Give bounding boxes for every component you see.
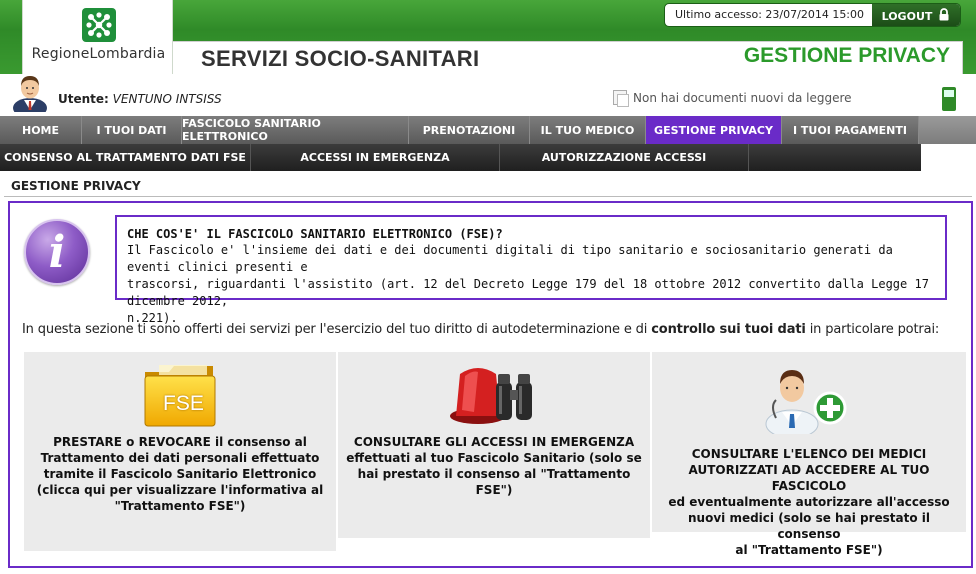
card-line: (clicca qui per visualizzare l'informati… (36, 483, 324, 497)
info-body: Il Fascicolo e' l'insieme dei dati e dei… (127, 242, 935, 327)
intro-pre: In questa sezione ti sono offerti dei se… (22, 322, 652, 337)
subnav-item-consenso[interactable]: CONSENSO AL TRATTAMENTO DATI FSE (0, 144, 251, 171)
card-consenso[interactable]: FSE PRESTARE o REVOCARE il consenso al T… (24, 352, 336, 551)
card-line: CONSULTARE L'ELENCO DEI MEDICI (691, 447, 927, 461)
divider (4, 196, 972, 197)
info-icon: i (24, 219, 90, 285)
nav-item-prenotazioni[interactable]: PRENOTAZIONI (409, 116, 530, 144)
card-line: PRESTARE o REVOCARE il consenso al (53, 435, 307, 449)
documents-notice[interactable]: Non hai documenti nuovi da leggere (613, 90, 852, 107)
user-row: Utente: VENTUNO INTSISS Non hai document… (0, 74, 976, 118)
sub-nav-bar: CONSENSO AL TRATTAMENTO DATI FSE ACCESSI… (0, 144, 921, 171)
info-line: Il Fascicolo e' l'insieme dei dati e dei… (127, 243, 893, 274)
card-line: effettuati al tuo Fascicolo Sanitario (s… (346, 451, 642, 465)
user-name: VENTUNO INTSISS (112, 92, 222, 106)
title-bar: SERVIZI SOCIO-SANITARI GESTIONE PRIVACY (173, 41, 963, 74)
last-access-box: Ultimo accesso: 23/07/2014 15:00 LOGOUT (664, 3, 961, 27)
nav-label: FASCICOLO SANITARIO ELETTRONICO (182, 117, 321, 143)
intro-post: in particolare potrai: (805, 322, 940, 337)
logout-label: LOGOUT (881, 9, 933, 23)
siren-binoculars-icon (448, 360, 538, 430)
sub-nav: CONSENSO AL TRATTAMENTO DATI FSE ACCESSI… (0, 144, 976, 171)
card-line: Trattamento dei dati personali effettuat… (40, 451, 320, 465)
intro-bold: controllo sui tuoi dati (651, 322, 806, 337)
documents-notice-text: Non hai documenti nuovi da leggere (633, 90, 852, 105)
last-access-text: Ultimo accesso: 23/07/2014 15:00 (675, 8, 865, 21)
subnav-label: AUTORIZZAZIONE ACCESSI (541, 151, 707, 164)
card-line: ed eventualmente autorizzare all'accesso (668, 495, 950, 509)
logout-button[interactable]: LOGOUT (872, 4, 960, 26)
card-accessi-text: CONSULTARE GLI ACCESSI IN EMERGENZA effe… (338, 434, 650, 498)
mobile-phone-icon[interactable] (942, 87, 956, 111)
card-autorizzazione[interactable]: CONSULTARE L'ELENCO DEI MEDICI AUTORIZZA… (652, 352, 966, 557)
card-line: CONSULTARE GLI ACCESSI IN EMERGENZA (353, 435, 635, 449)
card-line: AUTORIZZATI AD ACCEDERE AL TUO FASCICOLO (688, 463, 930, 493)
user-info: Utente: VENTUNO INTSISS (58, 92, 222, 106)
nav-item-gestione-privacy[interactable]: GESTIONE PRIVACY (646, 116, 782, 144)
nav-item-il-tuo-medico[interactable]: IL TUO MEDICO (530, 116, 646, 144)
nav-label: I TUOI PAGAMENTI (792, 123, 907, 137)
card-line: tramite il Fascicolo Sanitario Elettroni… (43, 467, 317, 481)
nav-label: IL TUO MEDICO (540, 123, 635, 137)
user-avatar-icon (10, 66, 50, 118)
service-title: SERVIZI SOCIO-SANITARI (201, 46, 480, 71)
user-label: Utente: (58, 92, 109, 106)
subnav-item-accessi-emergenza[interactable]: ACCESSI IN EMERGENZA (251, 144, 500, 171)
nav-label: PRENOTAZIONI (422, 123, 516, 137)
nav-item-home[interactable]: HOME (0, 116, 82, 144)
nav-item-i-tuoi-dati[interactable]: I TUOI DATI (82, 116, 182, 144)
service-cards: FSE PRESTARE o REVOCARE il consenso al T… (24, 352, 966, 557)
folder-icon-label: FSE (163, 392, 204, 415)
card-line: hai prestato il consenso al "Trattamento… (357, 467, 631, 497)
doctor-add-icon (762, 360, 852, 439)
subnav-item-autorizzazione[interactable]: AUTORIZZAZIONE ACCESSI (500, 144, 749, 171)
rosa-camuna-icon (82, 8, 116, 42)
card-line: nuovi medici (solo se hai prestato il co… (688, 511, 930, 541)
subnav-label: CONSENSO AL TRATTAMENTO DATI FSE (4, 151, 246, 164)
nav-label: I TUOI DATI (96, 123, 167, 137)
card-line: "Trattamento FSE") (114, 499, 246, 513)
info-title: CHE COS'E' IL FASCICOLO SANITARIO ELETTR… (127, 227, 503, 241)
nav-label: HOME (21, 123, 60, 137)
info-line: trascorsi, riguardanti l'assistito (art.… (127, 277, 929, 308)
document-icon (613, 90, 629, 107)
section-header-title: GESTIONE PRIVACY (743, 44, 950, 67)
nav-item-fascicolo[interactable]: FASCICOLO SANITARIO ELETTRONICO (182, 116, 409, 144)
regione-lombardia-logo[interactable]: RegioneLombardia (22, 0, 173, 74)
nav-filler (919, 116, 976, 144)
logo-text: RegioneLombardia (31, 46, 166, 62)
intro-text: In questa sezione ti sono offerti dei se… (22, 322, 939, 337)
main-nav: HOME I TUOI DATI FASCICOLO SANITARIO ELE… (0, 116, 976, 144)
page-title: GESTIONE PRIVACY (11, 179, 141, 193)
card-autorizzazione-text: CONSULTARE L'ELENCO DEI MEDICI AUTORIZZA… (652, 446, 966, 558)
lock-icon (938, 8, 950, 24)
folder-icon: FSE (141, 362, 219, 432)
subnav-label: ACCESSI IN EMERGENZA (300, 151, 450, 164)
main-content: i CHE COS'E' IL FASCICOLO SANITARIO ELET… (8, 201, 973, 568)
fse-info-box: CHE COS'E' IL FASCICOLO SANITARIO ELETTR… (115, 215, 947, 325)
card-consenso-text: PRESTARE o REVOCARE il consenso al Tratt… (24, 434, 336, 514)
nav-label: GESTIONE PRIVACY (654, 123, 773, 137)
card-accessi-emergenza[interactable]: CONSULTARE GLI ACCESSI IN EMERGENZA effe… (338, 352, 650, 538)
card-line: al "Trattamento FSE") (735, 543, 883, 557)
nav-item-i-tuoi-pagamenti[interactable]: I TUOI PAGAMENTI (782, 116, 919, 144)
